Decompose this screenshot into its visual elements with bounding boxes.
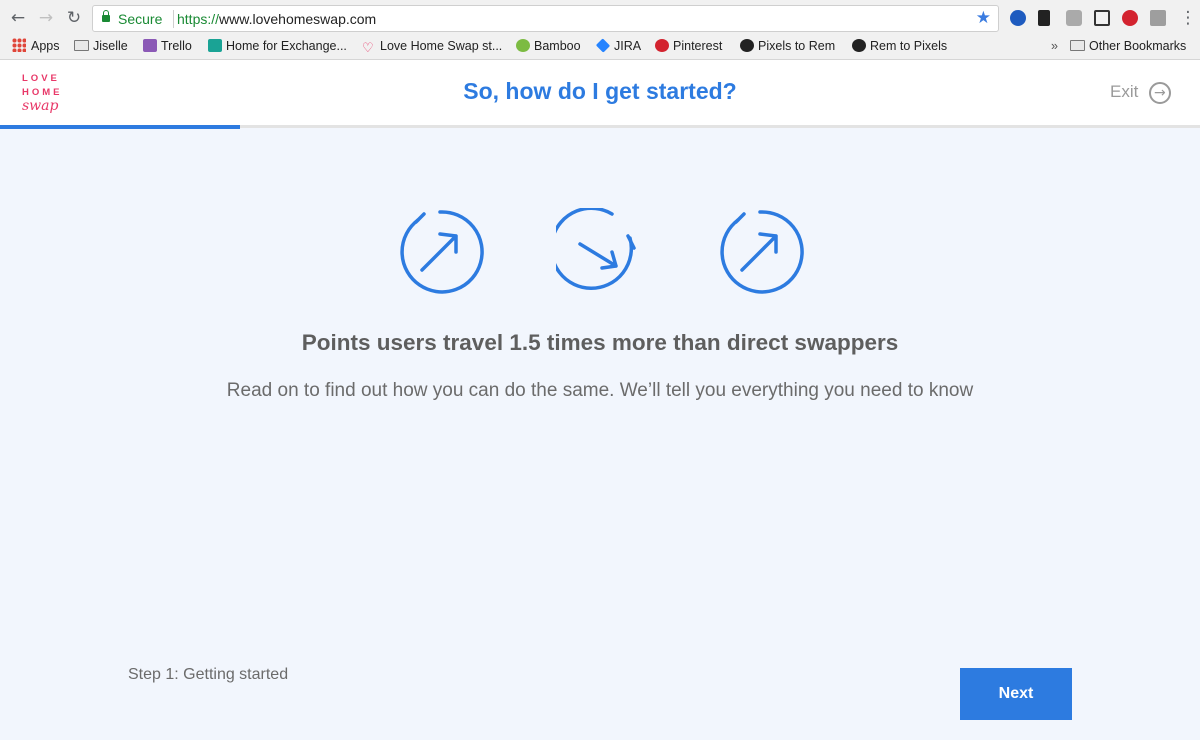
bamboo-icon (516, 39, 530, 52)
bookmark-rem-to-pixels[interactable]: Rem to Pixels (852, 36, 947, 56)
bookmark-label: Home for Exchange... (226, 39, 347, 53)
bookmark-pinterest[interactable]: Pinterest (655, 36, 722, 56)
secure-label: Secure (118, 11, 163, 27)
back-icon[interactable]: ← (6, 4, 30, 32)
arrow-up-right-icon (400, 210, 484, 294)
headline: Points users travel 1.5 times more than … (301, 330, 899, 355)
bookmark-apps[interactable]: Apps (12, 36, 60, 56)
arrow-up-right-icon (720, 210, 804, 294)
subheadline: Read on to find out how you can do the s… (226, 380, 974, 401)
jira-icon (595, 38, 611, 53)
bookmark-jira[interactable]: JIRA (595, 36, 642, 56)
bookmark-other-bookmarks[interactable]: Other Bookmarks (1070, 36, 1186, 56)
reload-icon[interactable]: ↻ (62, 4, 86, 32)
pixels-icon (852, 39, 866, 52)
extension-icon[interactable] (1150, 10, 1166, 26)
bookmark-trello[interactable]: Trello (143, 36, 192, 56)
menu-icon[interactable]: ⋮ (1176, 4, 1200, 32)
folder-icon (1070, 40, 1085, 51)
apps-icon (12, 38, 26, 52)
camera-icon[interactable] (1066, 10, 1082, 26)
trello-icon (143, 39, 157, 52)
bookmark-label: Apps (31, 39, 60, 53)
url-host: www.lovehomeswap.com (219, 11, 377, 27)
pinterest-icon (655, 39, 669, 52)
browser-toolbar: ← → ↻ Secure https://www.lovehomeswap.co… (0, 4, 1200, 32)
arrow-down-right-icon (556, 208, 636, 290)
page-title: So, how do I get started? (463, 78, 737, 104)
bookmark-label: Love Home Swap st... (380, 39, 503, 53)
bookmark-pixels-to-rem[interactable]: Pixels to Rem (740, 36, 835, 56)
pinterest-icon[interactable] (1122, 10, 1138, 26)
bookmark-label: Trello (161, 39, 192, 53)
pixels-icon (740, 39, 754, 52)
bookmarks-overflow[interactable]: » (1051, 36, 1058, 56)
bookmark-label: Other Bookmarks (1089, 39, 1187, 53)
step-label: Step 1: Getting started (128, 666, 289, 683)
app-header: LOVE HOME swap So, how do I get started?… (0, 60, 1200, 128)
browser-chrome: ← → ↻ Secure https://www.lovehomeswap.co… (0, 0, 1200, 60)
bookmark-home-for-exchange[interactable]: Home for Exchange... (208, 36, 347, 56)
bookmarks-bar: Apps Jiselle Trello Home for Exchange...… (0, 36, 1200, 56)
lock-icon (102, 10, 110, 22)
bookmark-jiselle[interactable]: Jiselle (74, 36, 128, 56)
progress-bar (0, 125, 240, 129)
bookmark-bamboo[interactable]: Bamboo (516, 36, 581, 56)
url-scheme: https:// (177, 11, 220, 27)
bookmark-label: JIRA (614, 39, 642, 53)
bookmark-love-home-swap[interactable]: ♡ Love Home Swap st... (362, 36, 502, 56)
url-text[interactable]: https://www.lovehomeswap.com (177, 11, 376, 27)
bookmark-star-icon[interactable]: ★ (976, 8, 991, 28)
bookmark-label: Rem to Pixels (870, 39, 948, 53)
exit-arrow-icon[interactable]: → (1149, 82, 1171, 104)
folder-icon (74, 40, 89, 51)
next-button[interactable]: Next (960, 668, 1072, 720)
capture-icon[interactable] (1094, 10, 1110, 26)
heart-icon: ♡ (362, 40, 374, 55)
exit-link[interactable]: Exit (1110, 80, 1138, 106)
forward-icon[interactable]: → (34, 4, 58, 32)
home-exchange-icon (208, 39, 222, 52)
bookmark-label: Bamboo (534, 39, 581, 53)
bookmark-label: Jiselle (93, 39, 128, 53)
extension-icon[interactable] (1038, 10, 1050, 26)
bookmark-label: Pixels to Rem (758, 39, 836, 53)
address-bar[interactable]: Secure https://www.lovehomeswap.com ★ (92, 5, 999, 32)
bookmark-label: Pinterest (673, 39, 723, 53)
extension-icon[interactable] (1010, 10, 1026, 26)
address-divider (173, 10, 174, 28)
feature-icons (396, 208, 806, 298)
